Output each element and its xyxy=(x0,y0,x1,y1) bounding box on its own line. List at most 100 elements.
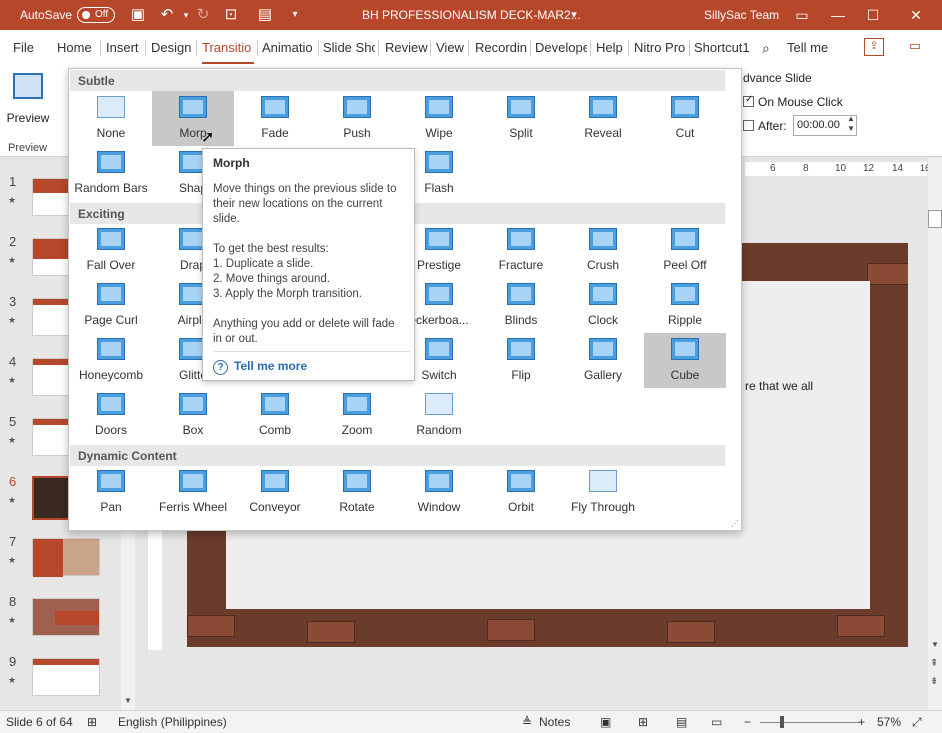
transition-push[interactable]: Push xyxy=(316,91,398,146)
minimize-icon[interactable]: — xyxy=(828,5,848,25)
transition-flip[interactable]: Flip xyxy=(480,333,562,388)
tell-me-input[interactable]: Tell me xyxy=(787,40,828,55)
tab-file[interactable]: File xyxy=(13,40,34,55)
transition-doors[interactable]: Doors xyxy=(70,388,152,443)
title-dropdown-icon[interactable]: ▾ xyxy=(565,6,583,24)
zoom-level[interactable]: 57% xyxy=(877,715,901,729)
tab-separator xyxy=(100,40,101,56)
normal-view-icon[interactable]: ▣ xyxy=(600,715,611,729)
undo-dropdown-icon[interactable]: ▾ xyxy=(177,6,195,24)
transition-cut[interactable]: Cut xyxy=(644,91,726,146)
transition-honeycomb[interactable]: Honeycomb xyxy=(70,333,152,388)
tell-me-more-link[interactable]: ? Tell me more xyxy=(213,359,307,375)
tab-slide-show[interactable]: Slide Sho xyxy=(323,40,375,55)
transition-conveyor[interactable]: Conveyor xyxy=(234,465,316,520)
transition-fade[interactable]: Fade xyxy=(234,91,316,146)
scroll-thumb[interactable] xyxy=(928,210,942,228)
zoom-out-icon[interactable]: − xyxy=(744,715,751,729)
transition-morph[interactable]: Morp xyxy=(152,91,234,146)
slide-thumbnail[interactable] xyxy=(32,598,100,636)
next-slide-icon[interactable]: ⇟ xyxy=(930,676,938,687)
tab-separator xyxy=(590,40,591,56)
tab-nitro-pro[interactable]: Nitro Pro xyxy=(634,40,686,55)
push-icon xyxy=(343,96,371,118)
slide-thumbnail[interactable] xyxy=(32,658,100,696)
transition-clock[interactable]: Clock xyxy=(562,278,644,333)
comments-icon[interactable]: ▭ xyxy=(905,38,925,56)
tab-animations[interactable]: Animatio xyxy=(262,40,316,55)
slide-body-text[interactable]: re that we all xyxy=(745,379,813,393)
zoom-in-icon[interactable]: + xyxy=(858,715,865,729)
after-checkbox[interactable] xyxy=(743,120,754,131)
slide-thumbnail[interactable] xyxy=(32,538,100,577)
zoom-slider-thumb[interactable] xyxy=(780,716,784,728)
transition-rotate[interactable]: Rotate xyxy=(316,465,398,520)
tab-shortcut1[interactable]: Shortcut1 xyxy=(694,40,750,55)
scroll-down-icon[interactable]: ▼ xyxy=(124,696,132,705)
transition-blinds[interactable]: Blinds xyxy=(480,278,562,333)
transition-random[interactable]: Random xyxy=(398,388,480,443)
customize-qat-icon[interactable]: ▾ xyxy=(286,6,304,24)
tab-home[interactable]: Home xyxy=(57,40,92,55)
flash-icon xyxy=(425,151,453,173)
previous-slide-icon[interactable]: ⇞ xyxy=(930,658,938,669)
maximize-icon[interactable]: ☐ xyxy=(863,5,883,25)
slide-sorter-icon[interactable]: ⊞ xyxy=(638,715,648,729)
transition-fly-through[interactable]: Fly Through xyxy=(562,465,644,520)
transition-ferris-wheel[interactable]: Ferris Wheel xyxy=(152,465,234,520)
transition-wipe[interactable]: Wipe xyxy=(398,91,480,146)
share-icon[interactable]: ⇪ xyxy=(864,38,884,56)
transition-fall-over[interactable]: Fall Over xyxy=(70,223,152,278)
fit-to-window-icon[interactable]: ⤢ xyxy=(912,715,922,730)
transition-orbit[interactable]: Orbit xyxy=(480,465,562,520)
slideshow-view-icon[interactable]: ▭ xyxy=(711,715,722,729)
resize-grip-icon[interactable]: ⋰ xyxy=(731,519,739,528)
tab-developer[interactable]: Develope xyxy=(535,40,587,55)
tab-review[interactable]: Review xyxy=(385,40,428,55)
slide-counter[interactable]: Slide 6 of 64 xyxy=(6,715,73,729)
transition-zoom[interactable]: Zoom xyxy=(316,388,398,443)
ribbon-display-icon[interactable]: ▭ xyxy=(792,5,812,25)
checkerboard-icon xyxy=(425,283,453,305)
transition-crush[interactable]: Crush xyxy=(562,223,644,278)
transition-random-bars[interactable]: Random Bars xyxy=(70,146,152,201)
scroll-down-icon[interactable]: ▼ xyxy=(931,640,939,649)
autosave-toggle[interactable]: Off xyxy=(77,7,115,23)
search-icon[interactable]: ⌕ xyxy=(762,40,770,57)
qat-item-icon[interactable]: ▤ xyxy=(256,6,274,24)
spinner-arrows-icon[interactable]: ▲ ▼ xyxy=(847,114,855,134)
transition-gallery[interactable]: Gallery xyxy=(562,333,644,388)
transition-fracture[interactable]: Fracture xyxy=(480,223,562,278)
transition-peel-off[interactable]: Peel Off xyxy=(644,223,726,278)
transition-reveal[interactable]: Reveal xyxy=(562,91,644,146)
accessibility-icon[interactable]: ⊞ xyxy=(87,715,97,729)
transition-cube[interactable]: Cube xyxy=(644,333,726,388)
user-name[interactable]: SillySac Team xyxy=(704,8,779,22)
tab-help[interactable]: Help xyxy=(596,40,623,55)
language-indicator[interactable]: English (Philippines) xyxy=(118,715,227,729)
zoom-slider[interactable] xyxy=(760,722,860,723)
transition-ripple[interactable]: Ripple xyxy=(644,278,726,333)
tab-design[interactable]: Design xyxy=(151,40,191,55)
reading-view-icon[interactable]: ▤ xyxy=(676,715,687,729)
tab-view[interactable]: View xyxy=(436,40,464,55)
tab-insert[interactable]: Insert xyxy=(106,40,139,55)
present-icon[interactable]: ⊡ xyxy=(222,6,240,24)
close-icon[interactable]: ✕ xyxy=(906,5,926,25)
transition-pan[interactable]: Pan xyxy=(70,465,152,520)
tab-recording[interactable]: Recordin xyxy=(475,40,527,55)
save-icon[interactable]: ▣ xyxy=(129,6,147,24)
transition-none[interactable]: None xyxy=(70,91,152,146)
undo-icon[interactable]: ↶ xyxy=(158,6,176,24)
vertical-scrollbar[interactable] xyxy=(928,158,942,710)
transition-box[interactable]: Box xyxy=(152,388,234,443)
notes-icon[interactable]: ≜ xyxy=(522,715,532,729)
tab-transitions[interactable]: Transitio xyxy=(202,40,254,64)
transition-page-curl[interactable]: Page Curl xyxy=(70,278,152,333)
redo-icon[interactable]: ↻ xyxy=(194,6,212,24)
preview-button[interactable]: Preview xyxy=(6,71,50,127)
notes-button[interactable]: Notes xyxy=(539,715,570,729)
transition-window[interactable]: Window xyxy=(398,465,480,520)
transition-split[interactable]: Split xyxy=(480,91,562,146)
transition-comb[interactable]: Comb xyxy=(234,388,316,443)
